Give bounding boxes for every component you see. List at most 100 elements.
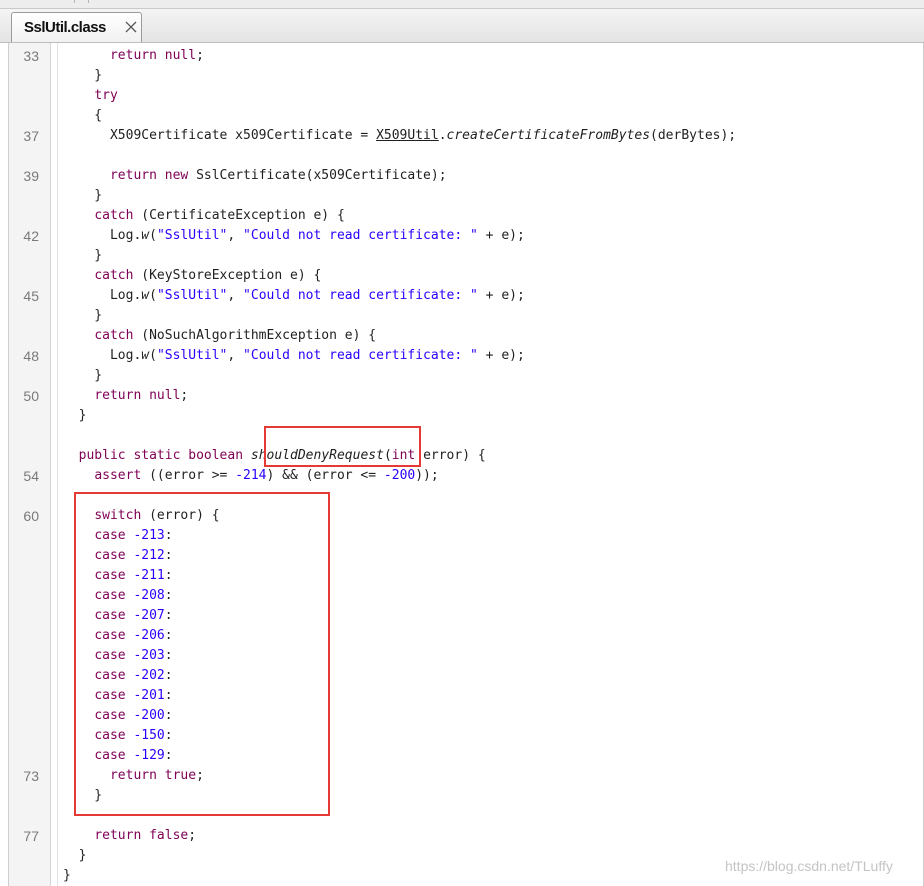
line-number: 39	[23, 168, 39, 184]
token: }	[63, 368, 103, 383]
token: + e);	[477, 288, 525, 303]
token-kw: return	[94, 388, 142, 403]
token-kw: public	[78, 448, 126, 463]
token-it: createCertificateFromBytes	[446, 128, 651, 143]
token-kw: return	[109, 48, 157, 63]
token-kw: case	[94, 628, 126, 643]
token: }	[63, 68, 103, 83]
token-kw: static	[133, 448, 181, 463]
code-line: case -202:	[63, 666, 172, 686]
token-kw: case	[94, 608, 126, 623]
code-line: switch (error) {	[63, 506, 219, 526]
code-line: case -200:	[63, 706, 173, 726]
code-line: return false;	[63, 826, 196, 846]
token: Log.	[63, 228, 142, 243]
code-line: }	[63, 186, 102, 206]
code-line: case -211:	[63, 566, 173, 586]
token: :	[164, 708, 173, 723]
window-top-bar	[0, 0, 924, 9]
token-num: -212	[133, 548, 165, 563]
code-line: case -213:	[63, 526, 172, 546]
token: {	[63, 108, 103, 123]
code-line: Log.w("SslUtil", "Could not read certifi…	[63, 226, 525, 246]
code-line: case -203:	[63, 646, 172, 666]
token-kw: case	[94, 708, 126, 723]
token: }	[63, 408, 87, 423]
token: :	[164, 688, 173, 703]
token: :	[164, 568, 173, 583]
token: }	[63, 308, 103, 323]
close-icon[interactable]	[123, 19, 139, 35]
code-line: case -208:	[63, 586, 172, 606]
token-num: -208	[133, 588, 165, 603]
token: + e);	[477, 348, 525, 363]
token: }	[63, 868, 71, 883]
token: :	[164, 628, 173, 643]
code-line: return null;	[63, 46, 204, 66]
line-number: 33	[23, 48, 39, 64]
line-number: 77	[23, 828, 39, 844]
token: SslCertificate(x509Certificate);	[188, 168, 447, 183]
gutter-divider	[57, 43, 58, 886]
code-line: }	[63, 306, 102, 326]
token: }	[63, 788, 103, 803]
line-number: 73	[23, 768, 39, 784]
token-num: -206	[133, 628, 165, 643]
token-kw: catch	[94, 208, 134, 223]
token-kw: catch	[94, 328, 134, 343]
code-line: }	[63, 66, 102, 86]
tab-title: SslUtil.class	[24, 19, 106, 36]
token-kw: case	[94, 728, 126, 743]
tab-sslutil-class[interactable]: SslUtil.class	[11, 12, 142, 42]
code-line: case -201:	[63, 686, 173, 706]
token-str: "SslUtil"	[156, 228, 228, 243]
line-number: 48	[23, 348, 39, 364]
token-it: w	[141, 288, 150, 303]
code-line: X509Certificate x509Certificate = X509Ut…	[63, 126, 736, 146]
token: }	[63, 248, 103, 263]
token-kw: try	[94, 88, 118, 103]
line-number: 45	[23, 288, 39, 304]
token-str: "Could not read certificate: "	[243, 348, 478, 363]
code-line: return true;	[63, 766, 204, 786]
line-number-gutter: 33 37 39 42 45 48 50 54 60 73 77	[9, 43, 51, 886]
token-num: -200	[383, 468, 416, 483]
token-kw: assert	[94, 468, 142, 483]
token-kw: case	[94, 648, 126, 663]
token: ((error >=	[141, 468, 236, 483]
token: ;	[180, 388, 189, 403]
token-it: shouldDenyRequest	[250, 448, 384, 463]
token: ,	[227, 228, 244, 243]
token: X509Certificate x509Certificate =	[63, 128, 377, 143]
token-it: w	[141, 228, 150, 243]
line-number: 50	[23, 388, 39, 404]
token-kw: case	[94, 588, 126, 603]
token: ,	[227, 288, 244, 303]
code-editor[interactable]: 33 37 39 42 45 48 50 54 60 73 77 return null; } tr…	[8, 43, 924, 886]
token-kw: switch	[94, 508, 142, 523]
token-kw: true	[164, 768, 197, 783]
token-num: -214	[235, 468, 267, 483]
token-kw: case	[94, 568, 126, 583]
token: ) && (error <=	[266, 468, 384, 483]
code-line: {	[63, 106, 102, 126]
token: ,	[227, 348, 244, 363]
code-line: }	[63, 846, 87, 866]
token-kw: case	[94, 688, 126, 703]
token-num: -213	[133, 528, 165, 543]
code-line: case -207:	[63, 606, 172, 626]
token: :	[164, 548, 173, 563]
token-kw: case	[94, 748, 126, 763]
